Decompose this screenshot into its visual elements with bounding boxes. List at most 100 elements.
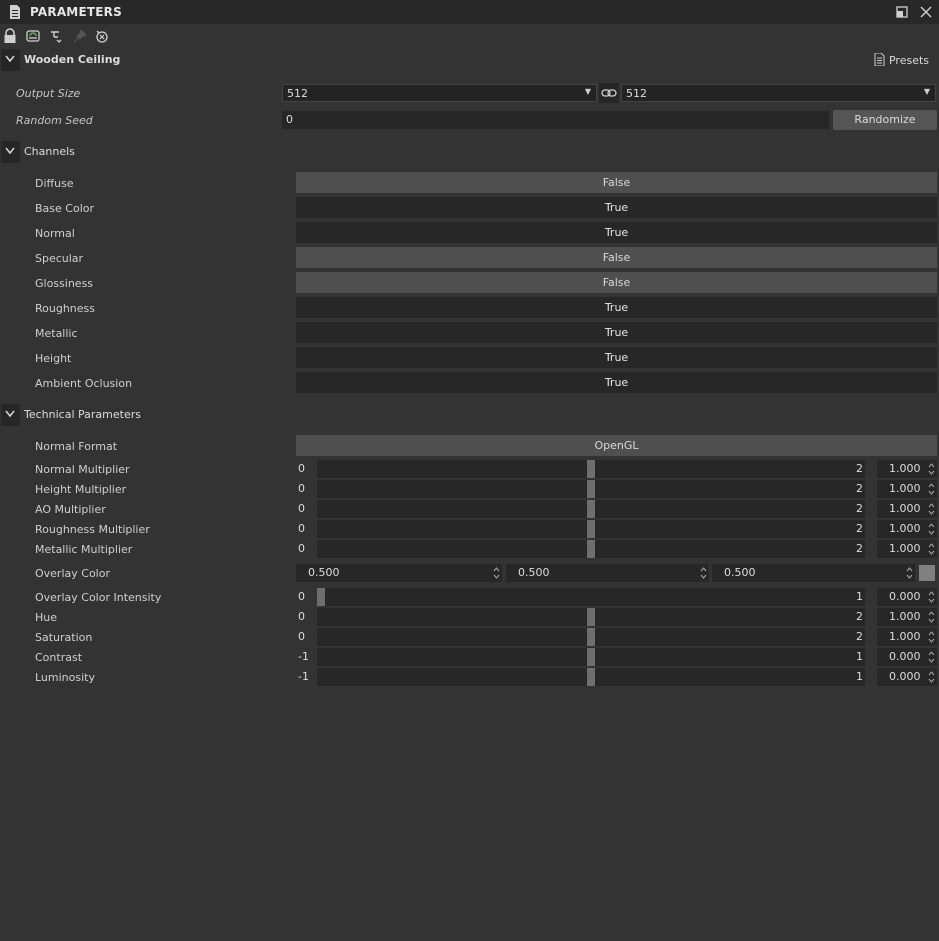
- slider-value-input[interactable]: 1.000: [877, 540, 937, 558]
- slider-value-input[interactable]: 1.000: [877, 520, 937, 538]
- presets-label: Presets: [888, 54, 929, 67]
- slider-thumb[interactable]: [587, 648, 595, 666]
- slider-track[interactable]: [317, 648, 865, 666]
- slider-value-input[interactable]: 0.000: [877, 648, 937, 666]
- slider-value-input[interactable]: 1.000: [877, 500, 937, 518]
- spinner-icon[interactable]: [928, 501, 935, 517]
- dropdown-arrow-icon: ▼: [923, 87, 930, 96]
- output-size-x-select[interactable]: 512 ▼: [282, 84, 597, 102]
- slider-value: 1.000: [889, 542, 921, 555]
- slider-min: 0: [298, 542, 305, 555]
- slider-value: 1.000: [889, 462, 921, 475]
- slider-value-input[interactable]: 0.000: [877, 668, 937, 686]
- slider-min: 0: [298, 610, 305, 623]
- channel-toggle-roughness[interactable]: True: [296, 297, 937, 318]
- output-size-y-select[interactable]: 512 ▼: [621, 84, 936, 102]
- channel-toggle-normal[interactable]: True: [296, 222, 937, 243]
- slider-thumb[interactable]: [587, 460, 595, 478]
- refresh-icon[interactable]: [25, 28, 41, 44]
- channel-label-base-color: Base Color: [35, 202, 95, 215]
- slider-track[interactable]: [317, 608, 865, 626]
- slider-thumb[interactable]: [587, 520, 595, 538]
- collapse-toggle[interactable]: [1, 49, 20, 71]
- slider-value-input[interactable]: 1.000: [877, 608, 937, 626]
- collapse-toggle[interactable]: [1, 404, 20, 426]
- normal-format-toggle[interactable]: OpenGL: [296, 435, 937, 456]
- channel-toggle-ambient-occlusion[interactable]: True: [296, 372, 937, 393]
- spinner-icon[interactable]: [906, 565, 913, 581]
- overlay-color-g-input[interactable]: 0.500: [506, 564, 709, 582]
- graph-header[interactable]: Wooden Ceiling Presets: [0, 49, 939, 71]
- channel-label-height: Height: [35, 352, 72, 365]
- presets-button[interactable]: Presets: [874, 53, 929, 67]
- overlay-color-b-input[interactable]: 0.500: [712, 564, 915, 582]
- slider-min: 0: [298, 482, 305, 495]
- lock-icon[interactable]: [2, 28, 18, 44]
- random-seed-input[interactable]: 0: [282, 111, 829, 129]
- channel-label-diffuse: Diffuse: [35, 177, 74, 190]
- spinner-icon[interactable]: [928, 609, 935, 625]
- maximize-icon[interactable]: [895, 5, 909, 19]
- link-size-button[interactable]: [599, 83, 619, 103]
- pin-icon[interactable]: [72, 28, 88, 44]
- channel-label-roughness: Roughness: [35, 302, 96, 315]
- slider-row: 0 2 1.000: [0, 608, 939, 626]
- slider-thumb[interactable]: [317, 588, 325, 606]
- slider-track[interactable]: [317, 628, 865, 646]
- overlay-color-r-input[interactable]: 0.500: [296, 564, 502, 582]
- chevron-down-icon: [5, 410, 15, 418]
- spinner-icon[interactable]: [928, 629, 935, 645]
- channel-toggle-diffuse[interactable]: False: [296, 172, 937, 193]
- slider-thumb[interactable]: [587, 608, 595, 626]
- document-icon: [10, 5, 20, 19]
- slider-thumb[interactable]: [587, 668, 595, 686]
- spinner-icon[interactable]: [928, 541, 935, 557]
- spinner-icon[interactable]: [928, 649, 935, 665]
- slider-track[interactable]: [317, 460, 865, 478]
- channel-label-ambient-occlusion: Ambient Oclusion: [35, 377, 133, 390]
- channel-toggle-metallic[interactable]: True: [296, 322, 937, 343]
- spinner-icon[interactable]: [928, 481, 935, 497]
- spinner-icon[interactable]: [493, 565, 500, 581]
- spinner-icon[interactable]: [928, 669, 935, 685]
- technical-header[interactable]: Technical Parameters: [0, 404, 939, 426]
- slider-thumb[interactable]: [587, 480, 595, 498]
- slider-track[interactable]: [317, 540, 865, 558]
- filter-icon[interactable]: [48, 28, 64, 44]
- channel-toggle-base-color[interactable]: True: [296, 197, 937, 218]
- slider-track[interactable]: [317, 500, 865, 518]
- slider-value-input[interactable]: 0.000: [877, 588, 937, 606]
- channel-toggle-height[interactable]: True: [296, 347, 937, 368]
- reset-icon[interactable]: [94, 28, 110, 44]
- spinner-icon[interactable]: [928, 461, 935, 477]
- slider-value: 1.000: [889, 610, 921, 623]
- channel-toggle-specular[interactable]: False: [296, 247, 937, 268]
- slider-value: 0.000: [889, 590, 921, 603]
- slider-max: 2: [856, 610, 863, 623]
- overlay-color-row: 0.500 0.500 0.500: [296, 564, 937, 582]
- slider-row: 0 2 1.000: [0, 500, 939, 518]
- slider-track[interactable]: [317, 588, 865, 606]
- channels-header[interactable]: Channels: [0, 141, 939, 163]
- slider-thumb[interactable]: [587, 540, 595, 558]
- channel-toggle-glossiness[interactable]: False: [296, 272, 937, 293]
- slider-row: 0 2 1.000: [0, 460, 939, 478]
- collapse-toggle[interactable]: [1, 141, 20, 163]
- slider-track[interactable]: [317, 520, 865, 538]
- slider-value: 1.000: [889, 630, 921, 643]
- slider-value-input[interactable]: 1.000: [877, 628, 937, 646]
- slider-thumb[interactable]: [587, 628, 595, 646]
- slider-track[interactable]: [317, 668, 865, 686]
- spinner-icon[interactable]: [928, 589, 935, 605]
- slider-row: -1 1 0.000: [0, 668, 939, 686]
- spinner-icon[interactable]: [928, 521, 935, 537]
- slider-value-input[interactable]: 1.000: [877, 480, 937, 498]
- slider-row: 0 2 1.000: [0, 628, 939, 646]
- slider-value-input[interactable]: 1.000: [877, 460, 937, 478]
- randomize-button[interactable]: Randomize: [833, 110, 937, 130]
- close-icon[interactable]: [919, 5, 933, 19]
- spinner-icon[interactable]: [700, 565, 707, 581]
- slider-thumb[interactable]: [587, 500, 595, 518]
- slider-track[interactable]: [317, 480, 865, 498]
- overlay-color-swatch[interactable]: [919, 565, 935, 581]
